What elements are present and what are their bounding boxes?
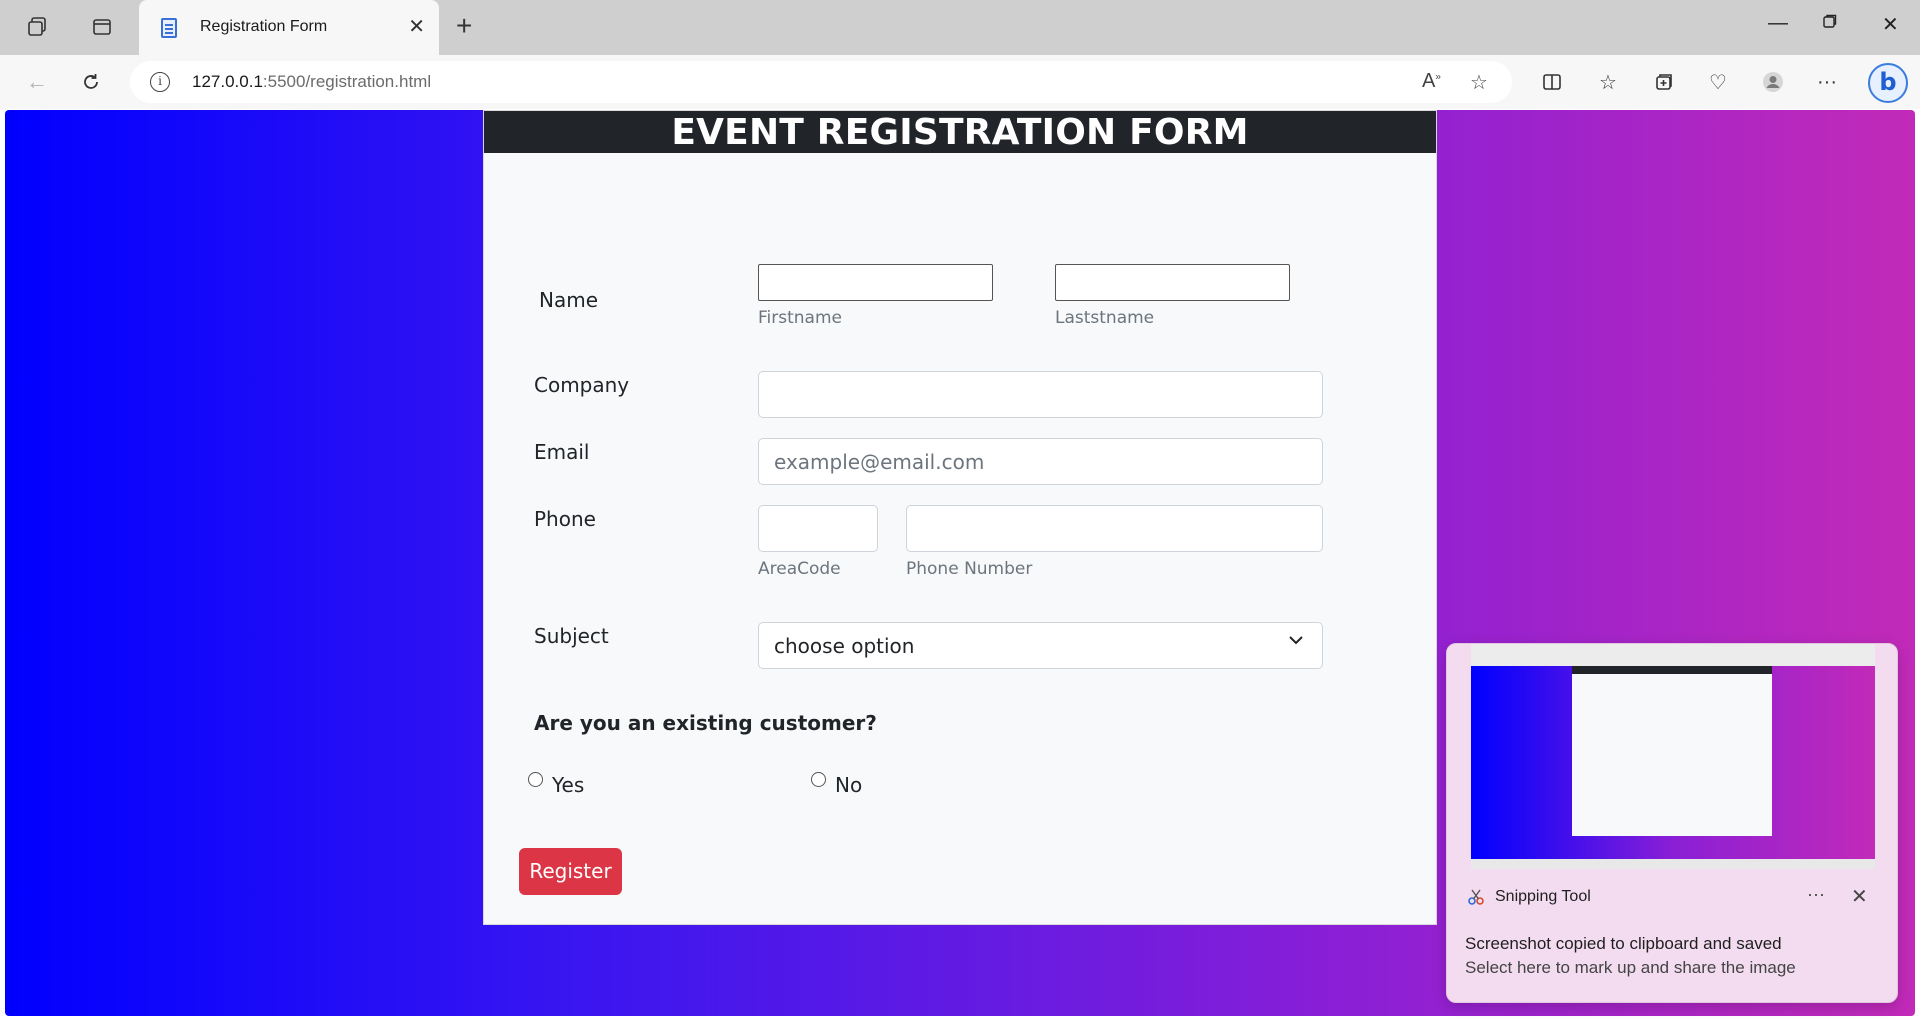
restore-icon[interactable] bbox=[1822, 12, 1838, 35]
toast-app-name: Snipping Tool bbox=[1495, 888, 1591, 905]
areacode-hint: AreaCode bbox=[758, 559, 841, 579]
split-screen-icon[interactable] bbox=[1538, 68, 1566, 96]
phone-number-hint: Phone Number bbox=[906, 559, 1033, 579]
form-header: EVENT REGISTRATION FORM bbox=[484, 111, 1436, 153]
scissors-icon bbox=[1467, 888, 1485, 906]
subject-select[interactable]: choose option bbox=[758, 622, 1323, 669]
favorite-star-icon[interactable]: ☆ bbox=[1470, 70, 1488, 95]
subject-label: Subject bbox=[534, 624, 609, 648]
areacode-input[interactable] bbox=[758, 505, 878, 552]
name-label: Name bbox=[539, 288, 599, 312]
more-options-icon[interactable]: ··· bbox=[1813, 68, 1841, 96]
registration-form: EVENT REGISTRATION FORM Name Firstname L… bbox=[483, 110, 1437, 925]
refresh-icon[interactable] bbox=[76, 67, 106, 97]
favorites-icon[interactable]: ☆ bbox=[1594, 68, 1622, 96]
bing-copilot-icon[interactable]: b bbox=[1868, 63, 1908, 103]
radio-no[interactable] bbox=[811, 772, 826, 787]
radio-no-label: No bbox=[835, 773, 863, 797]
existing-customer-question: Are you an existing customer? bbox=[534, 711, 877, 735]
company-label: Company bbox=[534, 373, 630, 397]
close-icon[interactable]: ✕ bbox=[1851, 884, 1868, 909]
minimize-icon[interactable]: — bbox=[1768, 12, 1788, 35]
phone-label: Phone bbox=[534, 507, 596, 531]
address-bar[interactable]: i 127.0.0.1:5500/registration.html A» ☆ bbox=[130, 61, 1512, 103]
close-tab-icon[interactable]: ✕ bbox=[408, 14, 425, 39]
register-button[interactable]: Register bbox=[519, 848, 622, 895]
toast-title: Screenshot copied to clipboard and saved bbox=[1465, 934, 1782, 953]
thumbnail-taskbar bbox=[1471, 859, 1875, 869]
browser-toolbar: ← i 127.0.0.1:5500/registration.html A» … bbox=[0, 55, 1920, 109]
collections-icon[interactable] bbox=[1650, 68, 1678, 96]
chevron-down-icon bbox=[1288, 632, 1304, 653]
toast-subtitle: Select here to mark up and share the ima… bbox=[1465, 958, 1796, 977]
email-placeholder: example@email.com bbox=[774, 449, 985, 474]
thumbnail-chrome bbox=[1471, 644, 1875, 666]
thumbnail-form bbox=[1572, 666, 1772, 836]
radio-yes-label: Yes bbox=[552, 773, 585, 797]
firstname-hint: Firstname bbox=[758, 308, 842, 328]
tab-actions-icon[interactable] bbox=[88, 13, 116, 41]
workspaces-icon[interactable] bbox=[23, 13, 51, 41]
profile-icon[interactable] bbox=[1759, 68, 1787, 96]
document-icon bbox=[161, 18, 177, 38]
screenshot-thumbnail[interactable] bbox=[1471, 644, 1875, 869]
snipping-tool-notification[interactable]: Snipping Tool ··· ✕ Screenshot copied to… bbox=[1446, 643, 1898, 1003]
tab-bar: Registration Form ✕ + — ✕ bbox=[0, 0, 1920, 55]
radio-yes[interactable] bbox=[528, 772, 543, 787]
more-options-icon[interactable]: ··· bbox=[1807, 884, 1825, 905]
subject-selected-value: choose option bbox=[774, 633, 915, 658]
new-tab-icon[interactable]: + bbox=[456, 12, 472, 40]
read-aloud-icon[interactable]: A» bbox=[1422, 70, 1441, 93]
tab-registration-form[interactable]: Registration Form ✕ bbox=[139, 0, 439, 55]
email-label: Email bbox=[534, 440, 590, 464]
close-window-icon[interactable]: ✕ bbox=[1882, 12, 1899, 37]
lastname-input[interactable] bbox=[1055, 264, 1290, 301]
lastname-hint: Laststname bbox=[1055, 308, 1155, 328]
url-text: 127.0.0.1:5500/registration.html bbox=[192, 72, 432, 91]
site-info-icon[interactable]: i bbox=[150, 72, 170, 92]
firstname-input[interactable] bbox=[758, 264, 993, 301]
email-input[interactable]: example@email.com bbox=[758, 438, 1323, 485]
back-icon[interactable]: ← bbox=[22, 67, 52, 97]
browser-essentials-icon[interactable]: ♡ bbox=[1704, 68, 1732, 96]
company-input[interactable] bbox=[758, 371, 1323, 418]
tab-title: Registration Form bbox=[200, 18, 328, 35]
phone-number-input[interactable] bbox=[906, 505, 1323, 552]
